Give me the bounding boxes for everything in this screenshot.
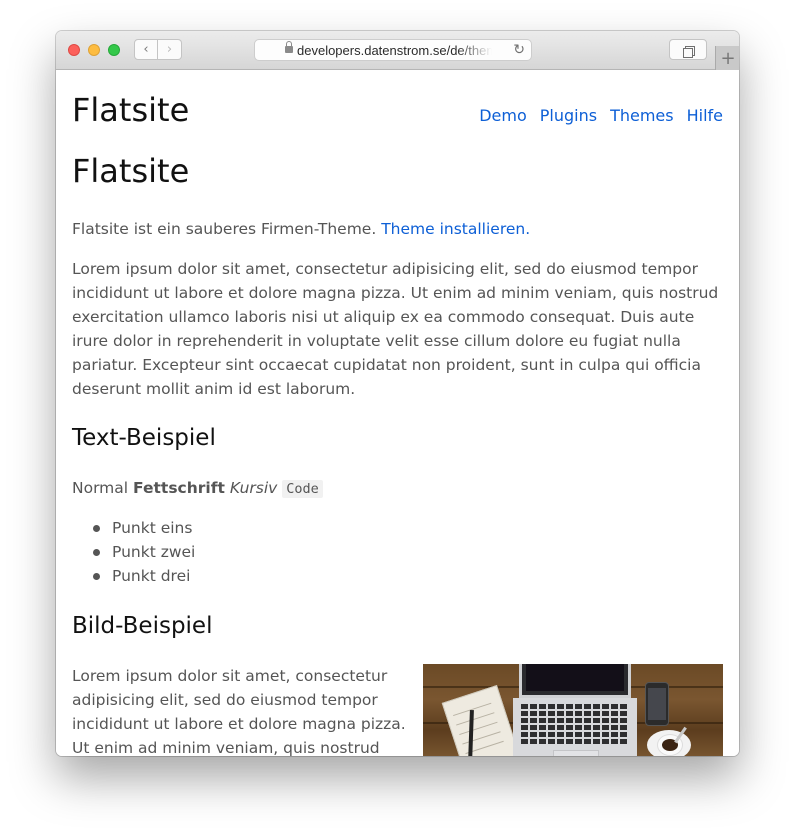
intro-paragraph: Flatsite ist ein sauberes Firmen-Theme. … [72,217,530,241]
bold-text: Fettschrift [133,479,225,497]
lock-icon [285,41,293,53]
list-item: Punkt eins [72,516,195,540]
code-text: Code [282,480,323,498]
list-item: Punkt zwei [72,540,195,564]
nav-link-themes[interactable]: Themes [610,106,674,125]
chevron-left-icon: ‹ [143,42,149,57]
close-window-button[interactable] [68,44,80,56]
phone-image [645,682,669,726]
list-item: Punkt drei [72,564,195,588]
minimize-window-button[interactable] [88,44,100,56]
install-theme-link[interactable]: Theme installieren. [381,220,530,238]
back-button[interactable]: ‹ [134,39,158,60]
chevron-right-icon: › [166,42,173,57]
site-name[interactable]: Flatsite [72,91,189,129]
site-nav: Demo Plugins Themes Hilfe [479,106,723,125]
laptop-keyboard-image [513,698,637,756]
zoom-window-button[interactable] [108,44,120,56]
italic-text: Kursiv [229,479,278,497]
bullet-list: Punkt eins Punkt zwei Punkt drei [72,516,195,588]
image-example-heading: Bild-Beispiel [72,613,213,639]
page-title: Flatsite [72,152,190,190]
reload-icon[interactable]: ↻ [513,41,525,58]
desk-photo [423,664,723,756]
address-bar[interactable]: developers.datenstrom.se/de/theme ↻ [254,39,532,61]
normal-text: Normal [72,479,129,497]
nav-link-demo[interactable]: Demo [479,106,527,125]
browser-window: ‹ › developers.datenstrom.se/de/theme ↻ … [56,31,739,756]
new-tab-button[interactable]: + [715,46,739,70]
image-example-paragraph: Lorem ipsum dolor sit amet, consectetur … [72,667,406,756]
tab-overview-button[interactable] [669,39,707,60]
text-example-heading: Text-Beispiel [72,425,216,451]
page-content: Flatsite Demo Plugins Themes Hilfe Flats… [56,70,739,756]
browser-toolbar: ‹ › developers.datenstrom.se/de/theme ↻ … [56,31,739,70]
notebook-image [441,685,523,756]
lorem-paragraph: Lorem ipsum dolor sit amet, consectetur … [72,260,719,398]
laptop-screen-image [519,664,631,698]
nav-link-plugins[interactable]: Plugins [540,106,597,125]
intro-text: Flatsite ist ein sauberes Firmen-Theme. [72,220,377,238]
text-example-line: Normal Fettschrift Kursiv Code [72,476,323,501]
forward-button[interactable]: › [158,39,182,60]
nav-link-hilfe[interactable]: Hilfe [687,106,723,125]
